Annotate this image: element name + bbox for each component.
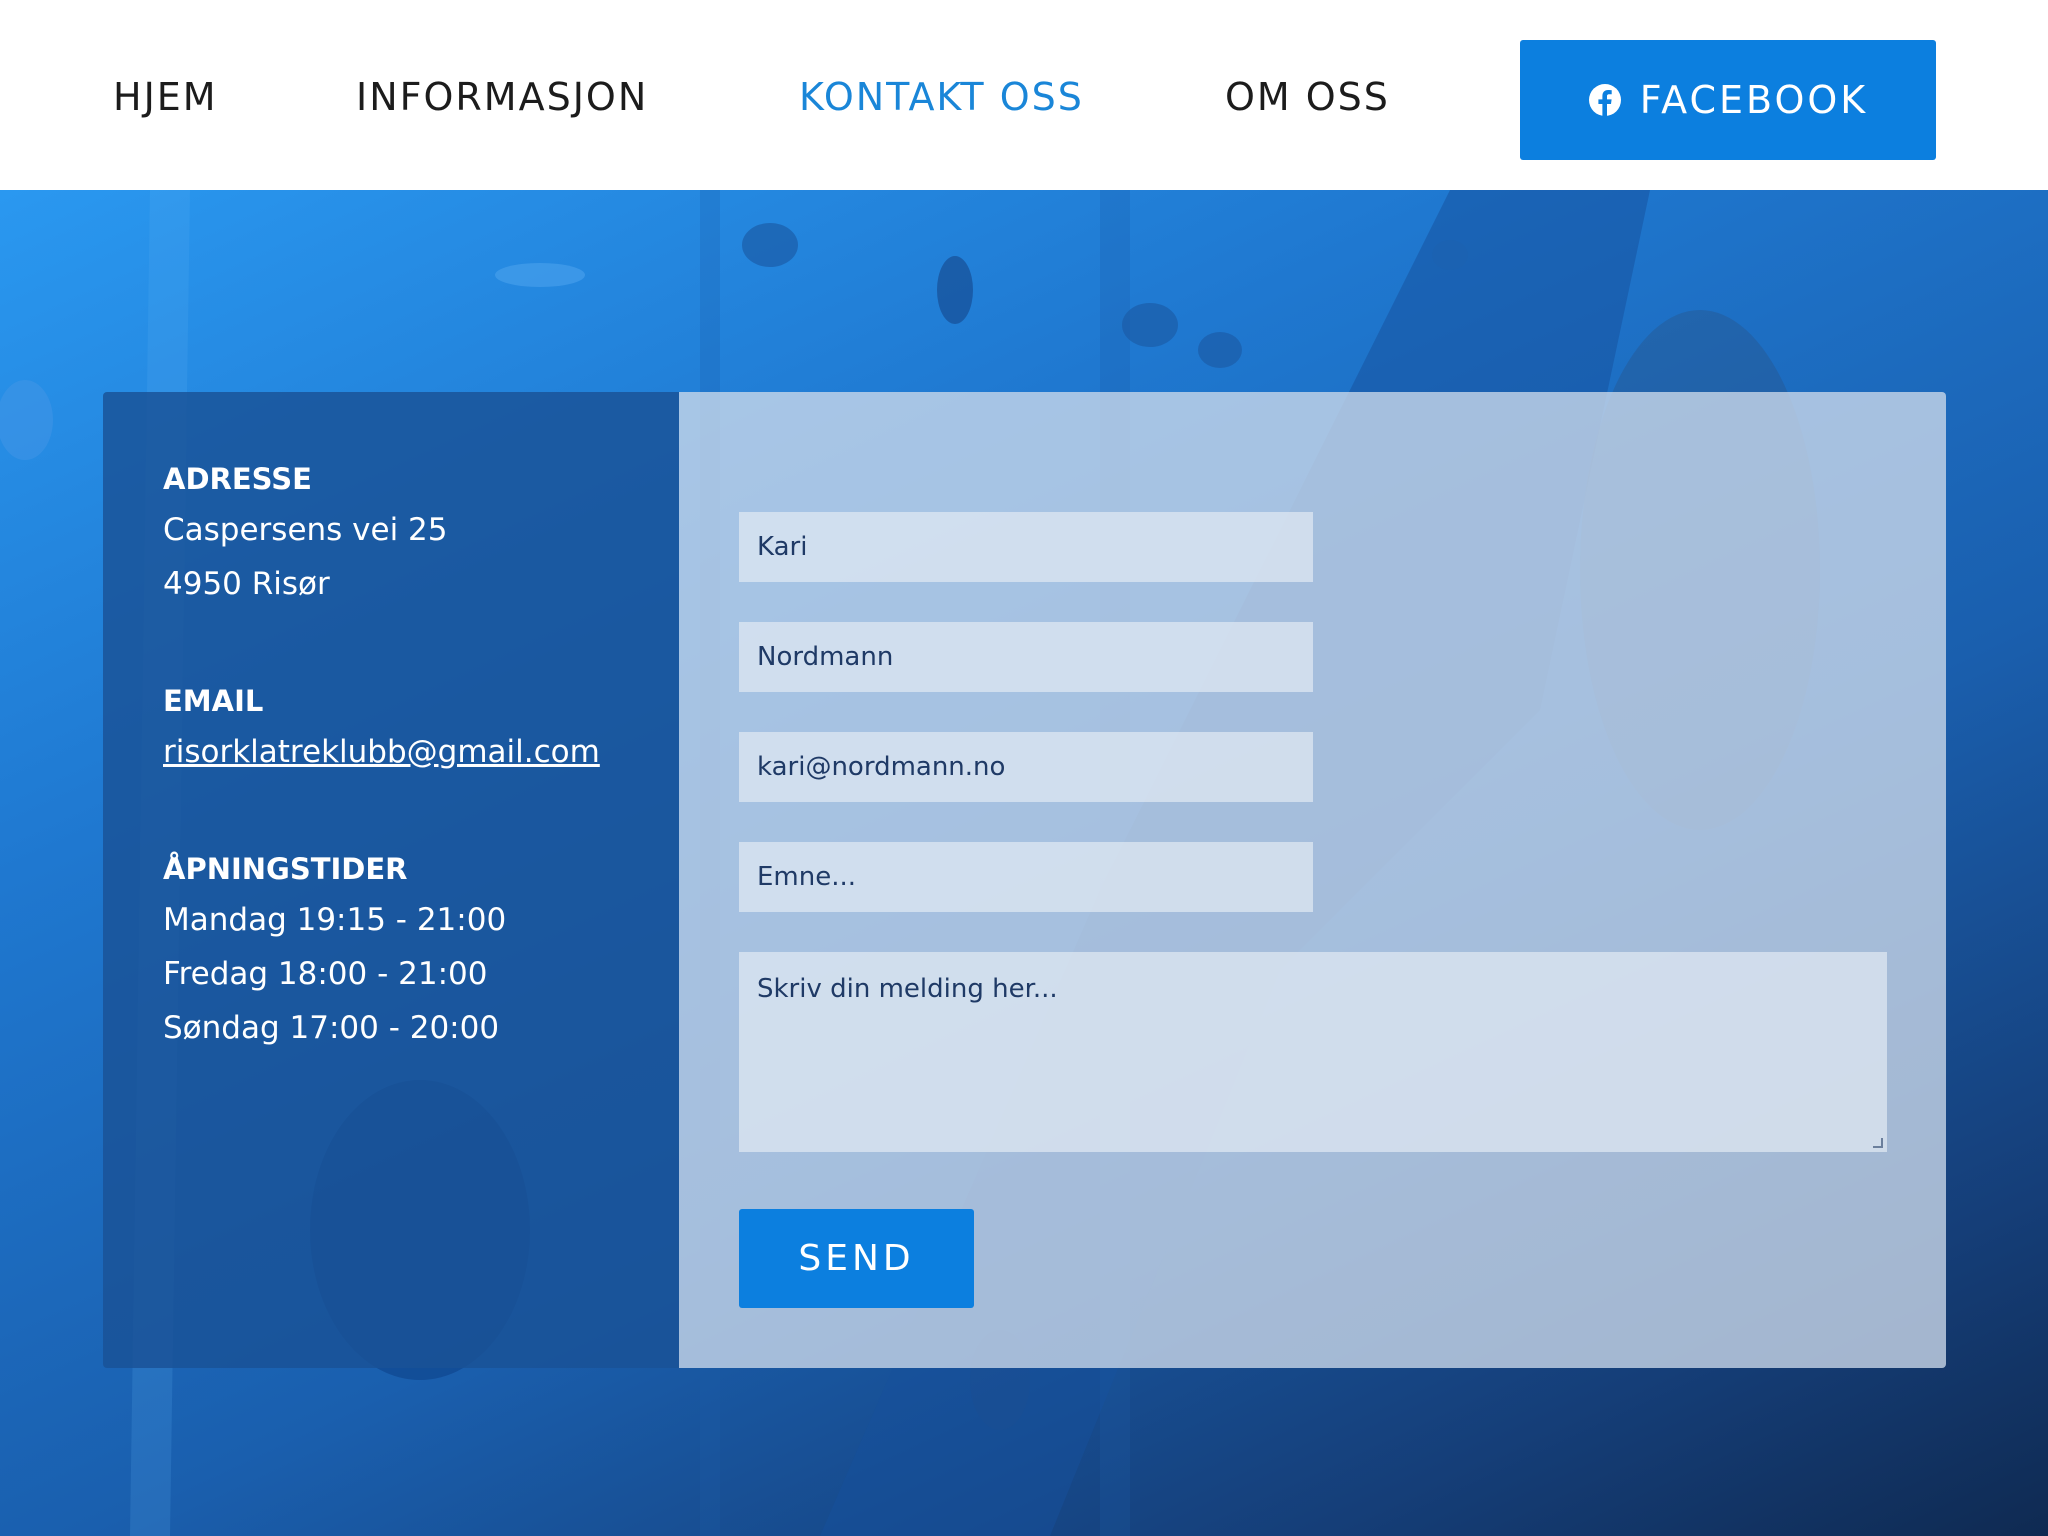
contact-form: Kari Nordmann kari@nordmann.no Emne... S… bbox=[679, 392, 1946, 1368]
email-link[interactable]: risorklatreklubb@gmail.com bbox=[163, 734, 600, 770]
opening-hours-line: Mandag 19:15 - 21:00 bbox=[163, 902, 507, 938]
facebook-label: FACEBOOK bbox=[1639, 78, 1869, 122]
email-heading: EMAIL bbox=[163, 684, 264, 718]
address-heading: ADRESSE bbox=[163, 462, 312, 496]
message-textarea[interactable]: Skriv din melding her... bbox=[739, 952, 1887, 1152]
nav-item-hjem[interactable]: HJEM bbox=[113, 0, 218, 190]
opening-hours-line: Fredag 18:00 - 21:00 bbox=[163, 956, 488, 992]
first-name-field[interactable]: Kari bbox=[739, 512, 1313, 582]
opening-hours-line: Søndag 17:00 - 20:00 bbox=[163, 1010, 500, 1046]
nav-item-om-oss[interactable]: OM OSS bbox=[1225, 0, 1390, 190]
subject-field[interactable]: Emne... bbox=[739, 842, 1313, 912]
opening-hours-heading: ÅPNINGSTIDER bbox=[163, 852, 408, 886]
top-navigation: HJEM INFORMASJON KONTAKT OSS OM OSS FACE… bbox=[0, 0, 2048, 190]
resize-handle-icon[interactable] bbox=[1873, 1138, 1883, 1148]
email-field[interactable]: kari@nordmann.no bbox=[739, 732, 1313, 802]
message-placeholder: Skriv din melding her... bbox=[757, 974, 1058, 1004]
address-line: 4950 Risør bbox=[163, 566, 330, 602]
facebook-button[interactable]: FACEBOOK bbox=[1520, 40, 1936, 160]
nav-item-kontakt-oss[interactable]: KONTAKT OSS bbox=[799, 0, 1084, 190]
last-name-field[interactable]: Nordmann bbox=[739, 622, 1313, 692]
nav-item-informasjon[interactable]: INFORMASJON bbox=[356, 0, 648, 190]
contact-info-panel: ADRESSE Caspersens vei 25 4950 Risør EMA… bbox=[103, 392, 679, 1368]
contact-card: ADRESSE Caspersens vei 25 4950 Risør EMA… bbox=[103, 392, 1946, 1368]
send-button[interactable]: SEND bbox=[739, 1209, 974, 1308]
address-line: Caspersens vei 25 bbox=[163, 512, 448, 548]
facebook-icon bbox=[1588, 84, 1621, 117]
